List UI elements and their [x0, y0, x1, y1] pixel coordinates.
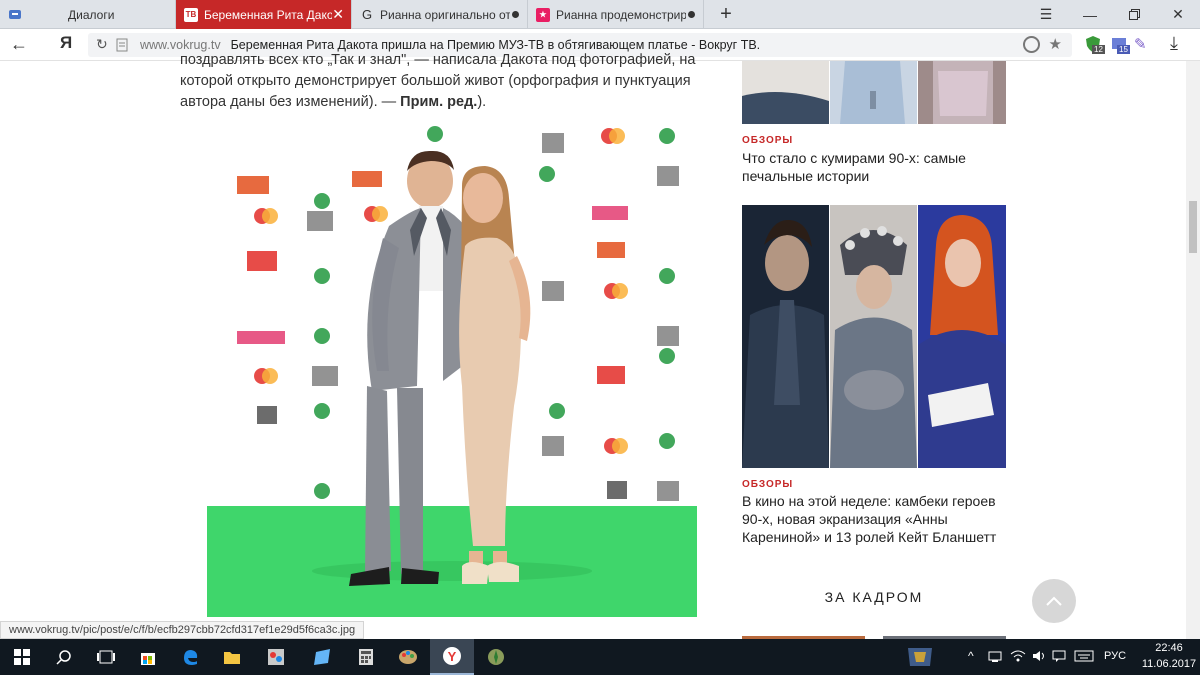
menu-icon[interactable]: ☰ — [1024, 0, 1068, 29]
close-tab-icon[interactable]: ✕ — [332, 6, 344, 23]
language-indicator[interactable]: РУС — [1104, 650, 1126, 662]
tab-label: Рианна оригинально отв — [380, 7, 510, 22]
section-title-za-kadrom: ЗА КАДРОМ — [824, 589, 924, 605]
mail-extension-icon[interactable]: 15 — [1110, 35, 1130, 54]
tab-label: Рианна продемонстриро — [556, 7, 686, 22]
paint-app-icon[interactable] — [254, 639, 298, 675]
page-info-icon[interactable] — [116, 38, 128, 55]
tab-label: Диалоги — [68, 7, 115, 22]
vokrug-tv-favicon-icon: TB — [184, 7, 198, 22]
sidebar-category: ОБЗОРЫ — [742, 479, 794, 490]
g-favicon-icon: G — [361, 7, 373, 22]
show-hidden-icons-icon[interactable]: ^ — [968, 649, 974, 663]
star-favicon-icon: ★ — [536, 7, 550, 22]
download-arrow-icon[interactable]: ⤓ — [1170, 33, 1178, 54]
svg-text:Y: Y — [448, 649, 457, 664]
audio-dot-icon — [512, 11, 519, 18]
task-view-icon[interactable] — [84, 639, 128, 675]
new-tab-button[interactable]: + — [704, 0, 748, 29]
protect-icon[interactable] — [1023, 36, 1040, 53]
scrollbar-thumb[interactable] — [1189, 201, 1197, 253]
status-link-url: www.vokrug.tv/pic/post/e/c/f/b/ecfb297cb… — [0, 621, 365, 639]
tab-rihanna-2[interactable]: ★ Рианна продемонстриро — [528, 0, 704, 29]
chevron-up-icon — [1046, 596, 1062, 606]
tab-bar: Диалоги TB Беременная Рита Дакота ✕ G Ри… — [0, 0, 1200, 29]
tab-active-article[interactable]: TB Беременная Рита Дакота ✕ — [176, 0, 352, 29]
sidebar-thumb-mummy[interactable] — [742, 205, 829, 468]
pen-extension-icon[interactable]: ✎ — [1134, 35, 1147, 53]
start-windows-icon[interactable] — [0, 639, 44, 675]
file-explorer-icon[interactable] — [210, 639, 254, 675]
paragraph-end: ). — [477, 94, 487, 110]
yandex-logo[interactable]: Я — [60, 33, 72, 53]
store-icon[interactable] — [126, 639, 170, 675]
game-app-icon[interactable] — [474, 639, 518, 675]
tab-rihanna-1[interactable]: G Рианна оригинально отв — [352, 0, 528, 29]
app-icon-blue[interactable] — [300, 639, 344, 675]
minimize-button[interactable]: — — [1068, 0, 1112, 29]
yandex-browser-icon[interactable]: Y — [430, 639, 474, 675]
edge-icon[interactable] — [168, 639, 212, 675]
sidebar-thumb-blanchett[interactable] — [918, 205, 1006, 468]
sidebar-headline[interactable]: В кино на этой неделе: камбеки героев 90… — [742, 492, 1012, 546]
sidebar-headline[interactable]: Что стало с кумирами 90-х: самые печальн… — [742, 149, 1012, 185]
paint-palette-icon[interactable] — [386, 639, 430, 675]
volume-icon[interactable] — [1032, 649, 1048, 666]
tray-app-icon[interactable] — [902, 644, 938, 670]
clock-time[interactable]: 22:46 — [1146, 642, 1192, 654]
sidebar-category: ОБЗОРЫ — [742, 135, 794, 146]
audio-dot-icon — [688, 11, 695, 18]
clock-date[interactable]: 11.06.2017 — [1138, 658, 1200, 670]
calculator-icon[interactable] — [344, 639, 388, 675]
bookmark-star-icon[interactable]: ★ — [1049, 35, 1062, 53]
reload-icon[interactable]: ↻ — [96, 36, 108, 53]
sidebar-thumb-1c[interactable] — [918, 61, 1006, 124]
tab-dialogs[interactable]: Диалоги — [0, 0, 176, 29]
windows-taskbar: Y ^ РУС 22:46 11.06.2017 — [0, 639, 1200, 675]
sidebar-thumb-1b[interactable] — [830, 61, 917, 124]
sidebar-thumb-1a[interactable] — [742, 61, 829, 124]
chat-icon[interactable] — [1052, 649, 1066, 666]
editor-note: Прим. ред. — [400, 94, 478, 110]
sidebar-thumb-karenina[interactable] — [830, 205, 917, 468]
shield-extension-icon[interactable]: 12 — [1084, 35, 1105, 54]
badge-count: 15 — [1117, 45, 1130, 54]
network-adapter-icon[interactable] — [988, 649, 1002, 666]
back-arrow-icon[interactable]: ← — [10, 34, 28, 55]
close-window-button[interactable]: ✕ — [1156, 0, 1200, 29]
search-icon[interactable] — [42, 639, 86, 675]
article-photo[interactable] — [207, 126, 697, 617]
vertical-scrollbar[interactable] — [1186, 61, 1200, 639]
article-paragraph: поздравлять всех кто „Так и знал", — нап… — [180, 50, 700, 113]
restore-button[interactable] — [1112, 0, 1156, 29]
dialogs-icon — [8, 8, 22, 22]
wifi-icon[interactable] — [1010, 649, 1026, 666]
badge-count: 12 — [1092, 45, 1105, 54]
tab-label: Беременная Рита Дакота — [204, 7, 332, 22]
keyboard-icon[interactable] — [1074, 649, 1094, 666]
scroll-to-top-button[interactable] — [1032, 579, 1076, 623]
